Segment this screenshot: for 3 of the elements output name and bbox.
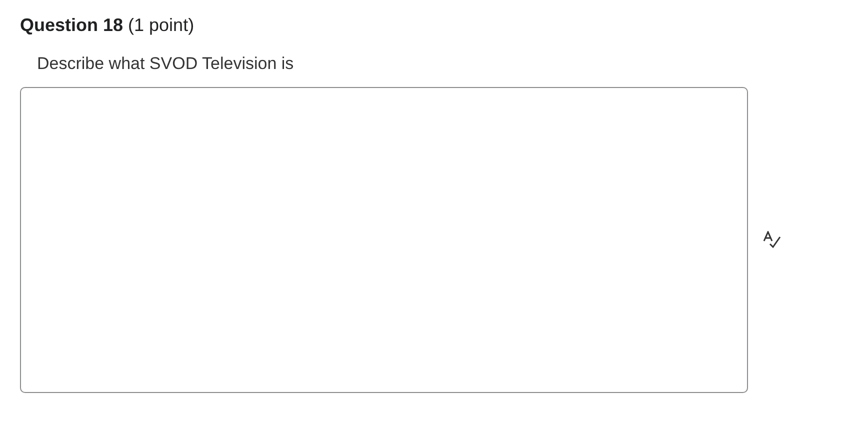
spellcheck-icon[interactable] [762,231,782,249]
question-prompt: Describe what SVOD Television is [37,54,294,74]
question-heading: Question 18 (1 point) [20,15,194,36]
